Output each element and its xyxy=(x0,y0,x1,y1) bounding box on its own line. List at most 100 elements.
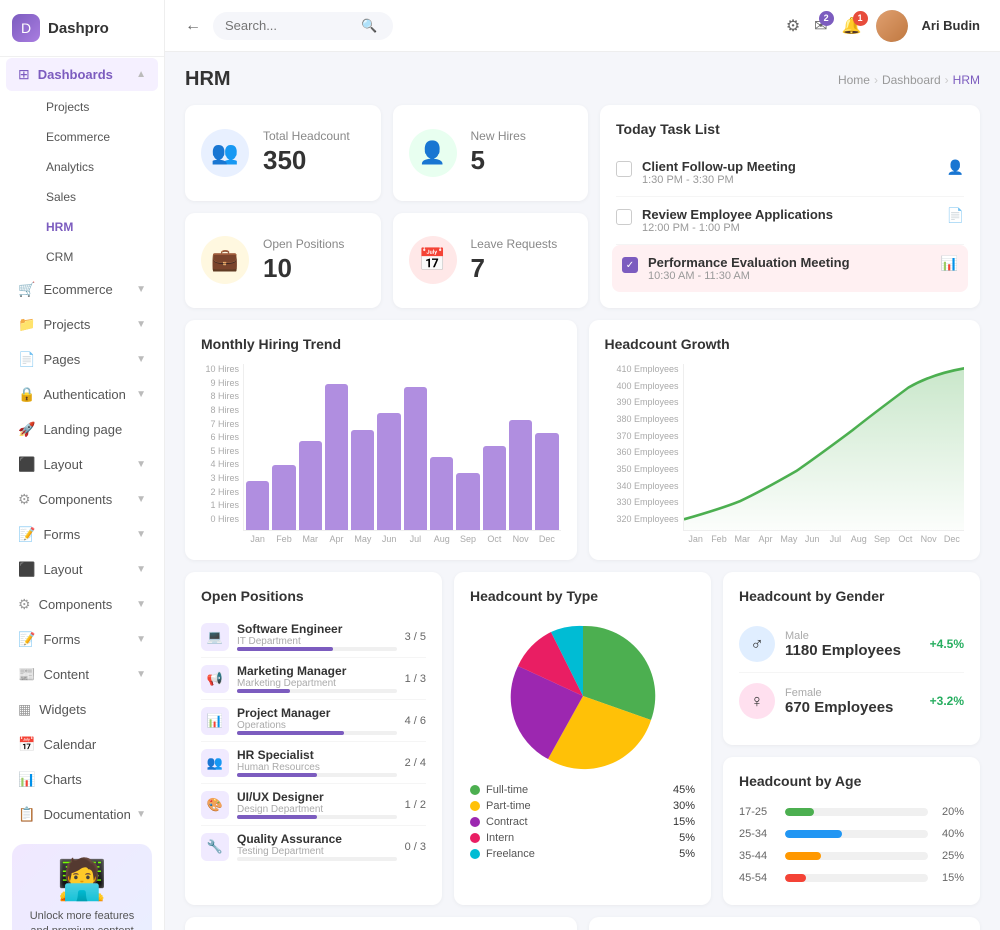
position-icon-4: 👥 xyxy=(201,749,229,777)
pie-chart-svg xyxy=(503,616,663,776)
dept-chart-card: Headcount by Department xyxy=(185,917,577,930)
age-title: Headcount by Age xyxy=(739,773,964,789)
back-button[interactable]: ← xyxy=(185,17,201,35)
bell-badge: 1 xyxy=(853,11,868,26)
mail-badge: 2 xyxy=(819,11,834,26)
sidebar-item-ecommerce[interactable]: 🛒 Ecommerce ▼ xyxy=(6,273,158,306)
line-chart-svg xyxy=(683,364,965,531)
headcount-icon: 👥 xyxy=(201,129,249,177)
female-count: 670 Employees xyxy=(785,699,893,716)
sidebar-item-sales[interactable]: Sales xyxy=(34,182,158,212)
male-count: 1180 Employees xyxy=(785,642,901,659)
bar-sep xyxy=(456,368,479,530)
breadcrumb-home[interactable]: Home xyxy=(838,73,870,87)
bar-jun xyxy=(377,368,400,530)
sidebar-item-hrm[interactable]: HRM xyxy=(34,212,158,242)
task-name-2: Review Employee Applications xyxy=(642,207,833,222)
task-time-1: 1:30 PM - 3:30 PM xyxy=(642,174,796,186)
sidebar-item-layout[interactable]: ⬛ Layout ▼ xyxy=(6,448,158,481)
forms2-icon: 📝 xyxy=(18,631,35,648)
sidebar-item-analytics[interactable]: Analytics xyxy=(34,152,158,182)
sidebar-item-dashboards[interactable]: ⊞ Dashboards ▲ xyxy=(6,58,158,91)
monthly-hiring-title: Monthly Hiring Trend xyxy=(201,336,561,352)
sidebar-item-authentication[interactable]: 🔒 Authentication ▼ xyxy=(6,378,158,411)
age-card: Headcount by Age 17-25 20% 25-34 40% 35-… xyxy=(723,757,980,905)
chevron-icon5: ▼ xyxy=(136,459,146,470)
task-name-3: Performance Evaluation Meeting xyxy=(648,255,850,270)
stat-open-positions: 💼 Open Positions 10 xyxy=(185,213,381,309)
line-chart-y-axis: 410 Employees400 Employees390 Employees3… xyxy=(605,364,683,544)
sidebar-item-components[interactable]: ⚙ Components ▼ xyxy=(6,483,158,516)
task-checkbox-2[interactable] xyxy=(616,209,632,225)
auth-icon: 🔒 xyxy=(18,386,35,403)
bar-mar xyxy=(299,368,322,530)
content-area: HRM Home › Dashboard › HRM 👥 Total Headc… xyxy=(165,52,1000,930)
settings-icon[interactable]: ⚙ xyxy=(786,16,800,36)
sidebar-item-calendar[interactable]: 📅 Calendar xyxy=(6,728,158,761)
bar-oct xyxy=(483,368,506,530)
sidebar-item-widgets[interactable]: ▦ Widgets xyxy=(6,693,158,726)
search-input[interactable] xyxy=(225,18,355,33)
pro-box: 🧑‍💻 Unlock more features and premium con… xyxy=(12,844,152,930)
task-icon-3: 📊 xyxy=(941,255,958,272)
sidebar-item-components2[interactable]: ⚙ Components ▼ xyxy=(6,588,158,621)
sidebar-item-projects[interactable]: Projects xyxy=(34,92,158,122)
sidebar-item-forms[interactable]: 📝 Forms ▼ xyxy=(6,518,158,551)
headcount-value: 350 xyxy=(263,145,350,176)
age-row-3: 35-44 25% xyxy=(739,845,964,867)
age-row-1: 17-25 20% xyxy=(739,801,964,823)
new-hires-label: New Hires xyxy=(471,129,526,143)
pages-icon: 📄 xyxy=(18,351,35,368)
sidebar-item-projects-main[interactable]: 📁 Projects ▼ xyxy=(6,308,158,341)
sidebar-item-charts[interactable]: 📊 Charts xyxy=(6,763,158,796)
bell-icon[interactable]: 🔔 1 xyxy=(842,16,862,36)
task-item-1: Client Follow-up Meeting 1:30 PM - 3:30 … xyxy=(616,149,964,197)
sidebar-label-dashboards: Dashboards xyxy=(38,67,113,82)
charts-label: Charts xyxy=(43,772,81,787)
leave-label: Leave Requests xyxy=(471,237,558,251)
position-qa: 🔧 Quality Assurance Testing Department 0… xyxy=(201,826,426,867)
leave-icon: 📅 xyxy=(409,236,457,284)
layout2-icon: ⬛ xyxy=(18,561,35,578)
chevron-icon3: ▼ xyxy=(136,354,146,365)
gender-male-row: ♂ Male 1180 Employees +4.5% xyxy=(739,616,964,673)
breadcrumb-dashboard[interactable]: Dashboard xyxy=(882,73,941,87)
search-icon: 🔍 xyxy=(361,18,377,34)
task-time-2: 12:00 PM - 1:00 PM xyxy=(642,222,833,234)
bar-feb xyxy=(272,368,295,530)
task-checkbox-3[interactable]: ✓ xyxy=(622,257,638,273)
sidebar-item-pages[interactable]: 📄 Pages ▼ xyxy=(6,343,158,376)
ecommerce-icon: 🛒 xyxy=(18,281,35,298)
sidebar-item-content[interactable]: 📰 Content ▼ xyxy=(6,658,158,691)
bar-apr xyxy=(325,368,348,530)
sidebar-item-ecommerce-sub[interactable]: Ecommerce xyxy=(34,122,158,152)
position-icon-6: 🔧 xyxy=(201,833,229,861)
dashboards-icon: ⊞ xyxy=(18,66,30,83)
task-list-card: Today Task List Client Follow-up Meeting… xyxy=(600,105,980,308)
task-list-title: Today Task List xyxy=(616,121,964,137)
page-title: HRM xyxy=(185,68,231,91)
position-icon-2: 📢 xyxy=(201,665,229,693)
headcount-growth-title: Headcount Growth xyxy=(605,336,965,352)
mail-icon[interactable]: ✉ 2 xyxy=(814,16,827,36)
content-icon: 📰 xyxy=(18,666,35,683)
bar-chart-y-axis: 10 Hires9 Hires8 Hires8 Hires7 Hires6 Hi… xyxy=(201,364,243,544)
sidebar-item-layout2[interactable]: ⬛ Layout ▼ xyxy=(6,553,158,586)
sidebar-item-docs[interactable]: 📋 Documentation ▼ xyxy=(6,798,158,831)
pie-legend: Full-time45% Part-time30% Contract15% In… xyxy=(470,782,695,862)
bar-dec xyxy=(535,368,558,530)
chevron-icon6: ▼ xyxy=(136,494,146,505)
calendar-icon: 📅 xyxy=(18,736,35,753)
breadcrumb-current: HRM xyxy=(953,73,980,87)
position-icon-5: 🎨 xyxy=(201,791,229,819)
task-checkbox-1[interactable] xyxy=(616,161,632,177)
charts-icon: 📊 xyxy=(18,771,35,788)
docs-icon: 📋 xyxy=(18,806,35,823)
sidebar-item-crm[interactable]: CRM xyxy=(34,242,158,272)
app-name: Dashpro xyxy=(48,20,109,37)
sidebar-item-forms2[interactable]: 📝 Forms ▼ xyxy=(6,623,158,656)
task-time-3: 10:30 AM - 11:30 AM xyxy=(648,270,850,282)
sidebar-item-landing[interactable]: 🚀 Landing page xyxy=(6,413,158,446)
sidebar: D Dashpro ⊞ Dashboards ▲ Projects Ecomme… xyxy=(0,0,165,930)
chevron-icon11: ▼ xyxy=(136,669,146,680)
